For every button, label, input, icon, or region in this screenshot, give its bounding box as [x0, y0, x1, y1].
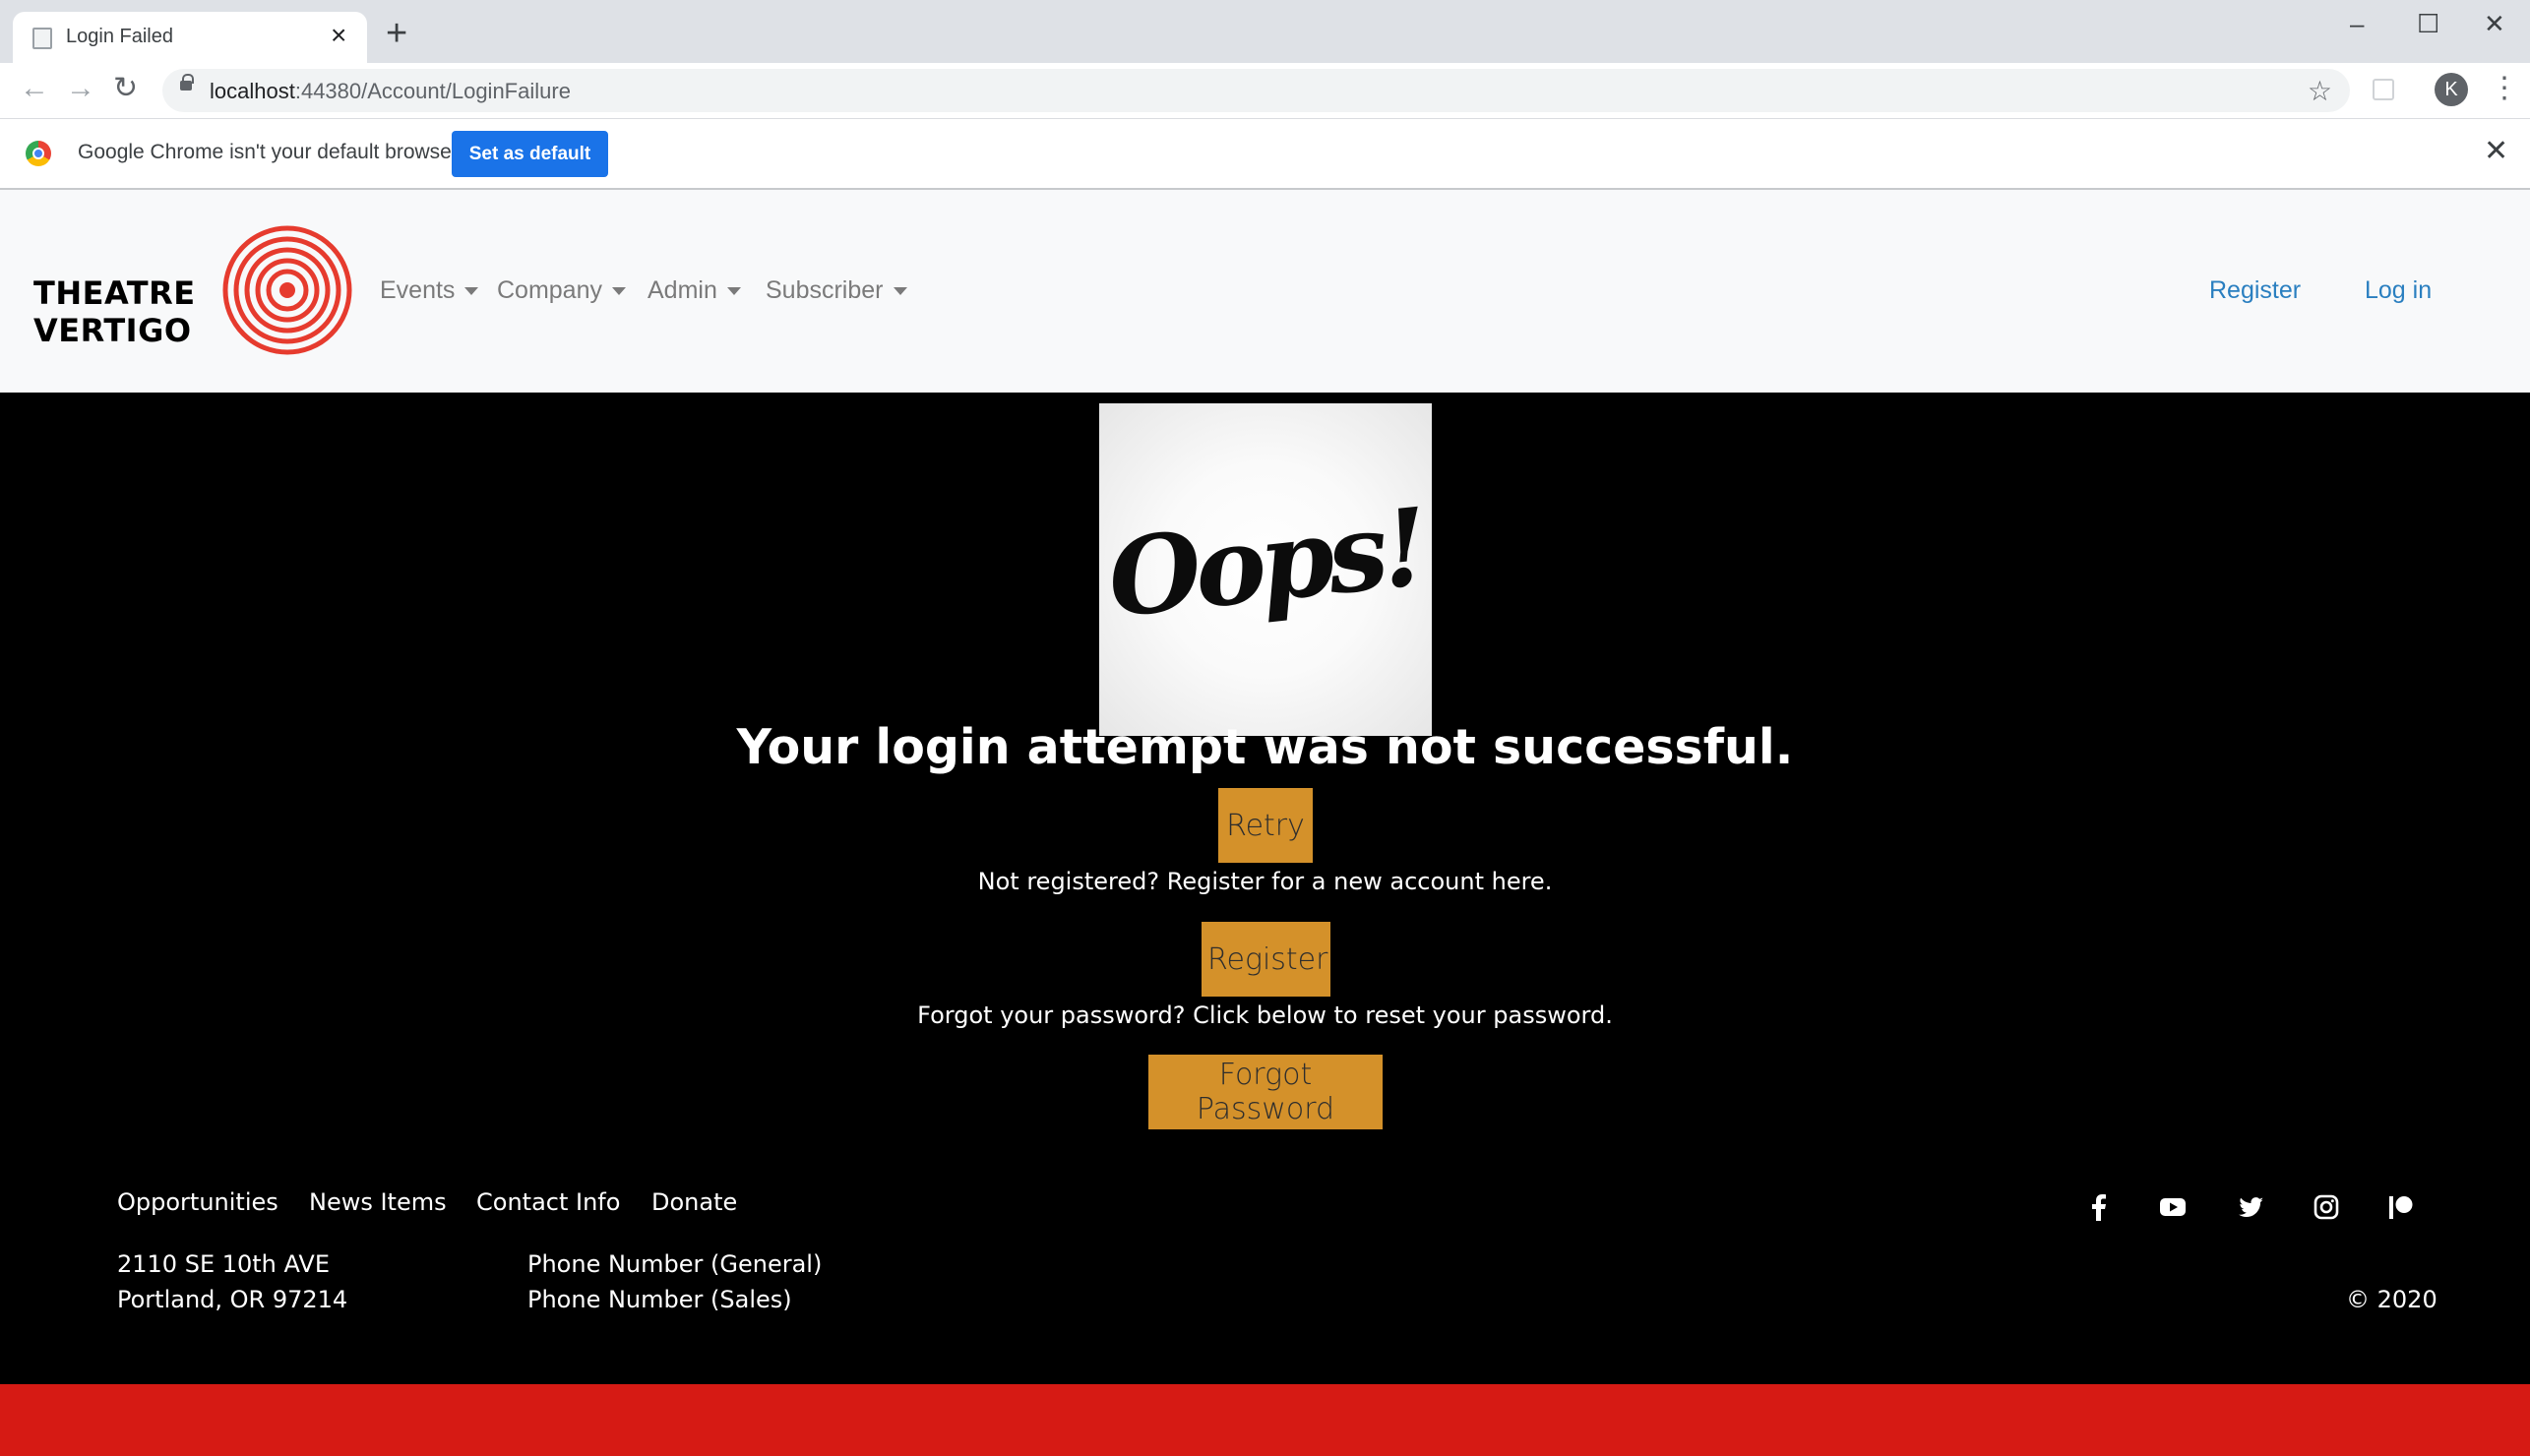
copyright-text: © 2020	[2346, 1286, 2437, 1313]
back-arrow-icon[interactable]: ←	[20, 69, 49, 108]
nav-events-dropdown[interactable]: Events	[380, 276, 479, 305]
infobar-close-icon[interactable]: ✕	[2484, 135, 2508, 168]
theatre-vertigo-logo[interactable]: THEATRE VERTIGO	[30, 225, 354, 355]
twitter-icon[interactable]	[2236, 1192, 2265, 1222]
address-line-1: 2110 SE 10th AVE	[117, 1250, 330, 1278]
forgot-password-text: Forgot your password? Click below to res…	[917, 1001, 1613, 1029]
footer-link-donate[interactable]: Donate	[651, 1188, 737, 1216]
nav-login-link[interactable]: Log in	[2365, 276, 2432, 305]
browser-tab[interactable]: Login Failed ×	[13, 12, 367, 63]
extension-icon[interactable]	[2373, 79, 2394, 100]
window-close-icon[interactable]: ✕	[2484, 6, 2505, 41]
forward-arrow-icon[interactable]: →	[66, 69, 95, 108]
facebook-icon[interactable]	[2084, 1192, 2114, 1222]
register-button[interactable]: Register	[1202, 922, 1330, 997]
nav-admin-dropdown[interactable]: Admin	[648, 276, 741, 305]
new-tab-button[interactable]: +	[386, 14, 407, 53]
browser-tab-strip: Login Failed × + – ☐ ✕	[0, 0, 2530, 63]
minimize-icon[interactable]: –	[2350, 6, 2364, 41]
address-line-2: Portland, OR 97214	[117, 1286, 348, 1313]
footer-link-contact-info[interactable]: Contact Info	[476, 1188, 620, 1216]
page-heading: Your login attempt was not successful.	[736, 719, 1794, 775]
lock-icon[interactable]	[180, 74, 194, 91]
tab-close-icon[interactable]: ×	[331, 21, 346, 50]
patreon-icon[interactable]	[2386, 1192, 2416, 1222]
footer-link-opportunities[interactable]: Opportunities	[117, 1188, 278, 1216]
maximize-icon[interactable]: ☐	[2417, 6, 2439, 41]
infobar-message: Google Chrome isn't your default browser	[78, 141, 459, 163]
nav-company-dropdown[interactable]: Company	[497, 276, 626, 305]
caret-down-icon	[893, 287, 907, 296]
caret-down-icon	[726, 287, 741, 296]
logo-wordmark: THEATRE VERTIGO	[33, 274, 196, 349]
footer-link-news-items[interactable]: News Items	[309, 1188, 447, 1216]
profile-avatar[interactable]: K	[2435, 73, 2468, 106]
browser-menu-icon[interactable]: ⋮	[2490, 71, 2519, 106]
site-navbar: THEATRE VERTIGO Events Company Admin Sub…	[0, 190, 2530, 393]
phone-general[interactable]: Phone Number (General)	[527, 1250, 822, 1278]
bookmark-star-icon[interactable]: ☆	[2308, 75, 2332, 107]
forgot-password-button[interactable]: Forgot Password	[1148, 1055, 1383, 1129]
phone-sales[interactable]: Phone Number (Sales)	[527, 1286, 792, 1313]
oops-image: Oops!	[1099, 403, 1432, 736]
youtube-icon[interactable]	[2158, 1192, 2188, 1222]
set-as-default-button[interactable]: Set as default	[452, 131, 608, 177]
not-registered-text: Not registered? Register for a new accou…	[977, 868, 1553, 895]
retry-button[interactable]: Retry	[1218, 788, 1313, 863]
nav-register-link[interactable]: Register	[2209, 276, 2301, 305]
address-bar[interactable]: localhost:44380/Account/LoginFailure ☆	[162, 69, 2350, 112]
tab-title: Login Failed	[66, 26, 173, 47]
footer-red-band	[0, 1384, 2530, 1456]
instagram-icon[interactable]	[2312, 1192, 2341, 1222]
default-browser-infobar: Google Chrome isn't your default browser…	[0, 119, 2530, 190]
page-favicon-icon	[32, 28, 52, 49]
reload-icon[interactable]: ↻	[113, 69, 138, 108]
caret-down-icon	[464, 287, 479, 296]
url-text: localhost:44380/Account/LoginFailure	[210, 79, 571, 103]
browser-toolbar: ← → ↻ localhost:44380/Account/LoginFailu…	[0, 63, 2530, 119]
chrome-logo-icon	[26, 141, 51, 166]
nav-subscriber-dropdown[interactable]: Subscriber	[766, 276, 907, 305]
caret-down-icon	[612, 287, 626, 296]
